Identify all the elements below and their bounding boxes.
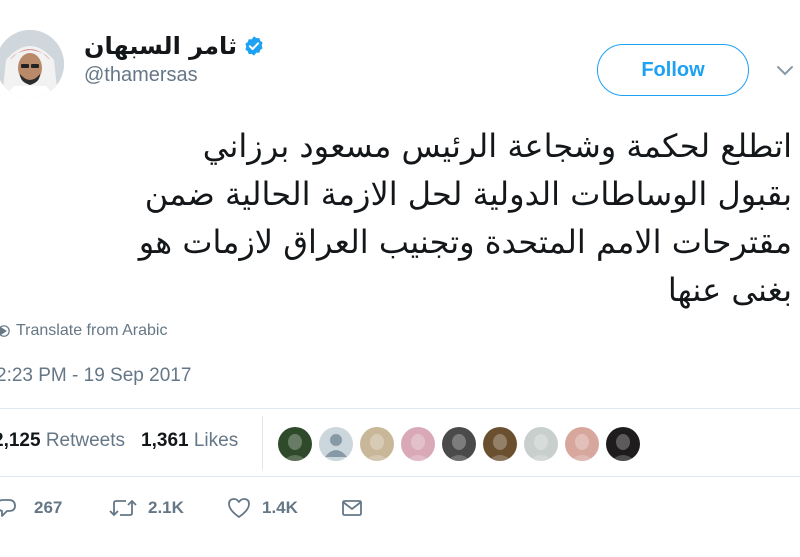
liker-avatar[interactable] [442, 427, 476, 461]
direct-message-button[interactable] [340, 497, 364, 519]
retweets-label: Retweets [45, 430, 126, 451]
retweets-count: 2,125 [0, 430, 41, 451]
liker-avatar[interactable] [483, 427, 517, 461]
likes-stat[interactable]: 1,361 Likes [141, 430, 238, 452]
liker-avatar[interactable] [606, 427, 640, 461]
tweet-line: بغنى عنها [667, 271, 792, 309]
translate-globe-icon [0, 324, 10, 338]
follow-button[interactable]: Follow [597, 44, 749, 96]
avatar-icon [283, 434, 307, 461]
reply-count: 267 [34, 498, 63, 517]
tweet-line: بقبول الوساطات الدولية لحل الازمة الحالي… [144, 175, 792, 213]
tweet-stats: 2,125 Retweets 1,361 Likes [0, 430, 254, 452]
reply-icon [0, 497, 24, 519]
likes-label: Likes [193, 430, 239, 451]
like-button[interactable]: 1.4K [226, 497, 298, 519]
avatar-icon [447, 434, 471, 461]
tweet-card: ثامر السبهان @thamersas Follow اتطلع لحك… [0, 0, 800, 557]
liker-avatar[interactable] [278, 427, 312, 461]
avatar-icon [488, 434, 512, 461]
profile-photo-icon [0, 30, 64, 98]
retweet-button[interactable]: 2.1K [108, 497, 184, 519]
default-avatar-icon [325, 434, 347, 457]
tweet-text: اتطلع لحكمة وشجاعة الرئيس مسعود برزاني ب… [12, 122, 792, 314]
translate-link[interactable]: Translate from Arabic [0, 322, 167, 340]
envelope-icon [340, 497, 364, 519]
liker-avatar[interactable] [360, 427, 394, 461]
tweet-timestamp[interactable]: 2:23 PM - 19 Sep 2017 [0, 365, 191, 387]
retweets-stat[interactable]: 2,125 Retweets [0, 430, 125, 452]
avatar-icon [365, 434, 389, 461]
reply-button[interactable]: 267 [0, 497, 62, 519]
user-handle[interactable]: @thamersas [84, 64, 265, 87]
like-count: 1.4K [262, 498, 298, 517]
liker-avatar[interactable] [565, 427, 599, 461]
avatar-icon [406, 434, 430, 461]
verified-badge-icon [243, 35, 265, 57]
user-info: ثامر السبهان @thamersas [84, 30, 265, 87]
chevron-down-icon[interactable] [776, 64, 794, 76]
avatar-icon [570, 434, 594, 461]
liker-avatar[interactable] [524, 427, 558, 461]
display-name[interactable]: ثامر السبهان [84, 32, 237, 60]
divider [0, 476, 800, 477]
liker-default-avatar[interactable] [319, 427, 353, 461]
likes-count: 1,361 [141, 430, 189, 451]
translate-label: Translate from Arabic [16, 322, 168, 339]
retweet-icon [108, 497, 138, 519]
avatar-icon [529, 434, 553, 461]
divider [0, 408, 800, 409]
liker-avatar[interactable] [401, 427, 435, 461]
avatar-icon [611, 434, 635, 461]
heart-icon [226, 497, 252, 519]
likers-avatars [278, 427, 640, 461]
tweet-line: مقترحات الامم المتحدة وتجنيب العراق لازم… [138, 223, 792, 261]
avatar[interactable] [0, 30, 64, 98]
retweet-count: 2.1K [148, 498, 184, 517]
tweet-actions: 267 2.1K 1.4K [0, 497, 800, 527]
tweet-line: اتطلع لحكمة وشجاعة الرئيس مسعود برزاني [202, 127, 792, 165]
stats-separator [262, 416, 263, 470]
